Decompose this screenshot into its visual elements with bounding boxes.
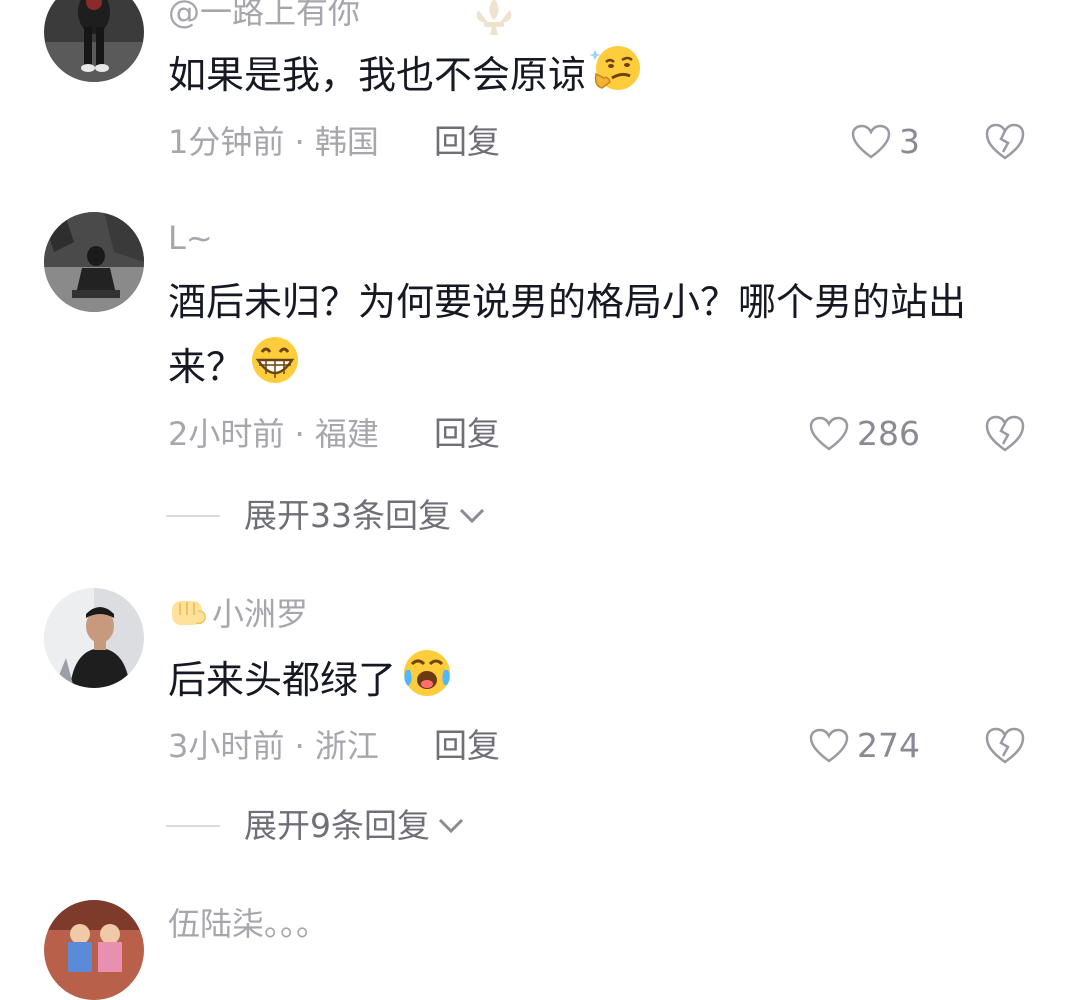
username[interactable]: L~ [168, 218, 213, 258]
dislike-button[interactable] [984, 122, 1026, 162]
avatar[interactable] [44, 900, 144, 1000]
chevron-down-icon [459, 508, 485, 524]
comment-text: 如果是我，我也不会原谅 [168, 42, 1038, 113]
reply-button[interactable]: 回复 [434, 122, 500, 162]
like-button[interactable]: 274 [809, 726, 920, 766]
heart-outline-icon [851, 124, 891, 159]
like-count: 274 [857, 726, 920, 765]
fleur-de-lis-icon [476, 0, 512, 35]
heart-outline-icon [809, 416, 849, 451]
reply-button[interactable]: 回复 [434, 726, 500, 766]
dislike-button[interactable] [984, 726, 1026, 766]
like-count: 3 [899, 122, 920, 161]
avatar[interactable] [44, 588, 144, 688]
like-count: 286 [857, 414, 920, 453]
expand-replies-label: 展开9条回复 [244, 806, 430, 845]
comment-text: 酒后未归？为何要说男的格局小？哪个男的站出来？ [168, 270, 1038, 405]
divider [166, 515, 220, 517]
username[interactable]: 小洲罗 [168, 594, 308, 638]
tears-of-joy-emoji-icon [400, 646, 454, 719]
expand-replies-label: 展开33条回复 [244, 496, 451, 535]
reply-button[interactable]: 回复 [434, 414, 500, 454]
broken-heart-icon [985, 415, 1025, 452]
divider [166, 825, 220, 827]
broken-heart-icon [985, 727, 1025, 764]
avatar[interactable] [44, 212, 144, 312]
expand-replies-button[interactable]: 展开9条回复 [166, 806, 466, 846]
like-button[interactable]: 3 [851, 122, 920, 162]
thinking-smirk-emoji-icon [589, 42, 642, 113]
heart-outline-icon [809, 728, 849, 763]
expand-replies-button[interactable]: 展开33条回复 [166, 496, 487, 536]
username[interactable]: @一路上有你 [168, 0, 360, 32]
avatar[interactable] [44, 0, 144, 82]
username[interactable]: 伍陆柒。。。 [168, 904, 328, 944]
timestamp-location: 1分钟前 · 韩国 [168, 123, 379, 161]
timestamp-location: 3小时前 · 浙江 [168, 727, 379, 765]
dislike-button[interactable] [984, 414, 1026, 454]
timestamp-location: 2小时前 · 福建 [168, 415, 379, 453]
comment-text: 后来头都绿了 [168, 646, 1038, 719]
broken-heart-icon [985, 123, 1025, 160]
fist-emoji-icon [168, 595, 208, 638]
like-button[interactable]: 286 [809, 414, 920, 454]
chevron-down-icon [438, 818, 464, 834]
grinning-emoji-icon [248, 334, 302, 405]
